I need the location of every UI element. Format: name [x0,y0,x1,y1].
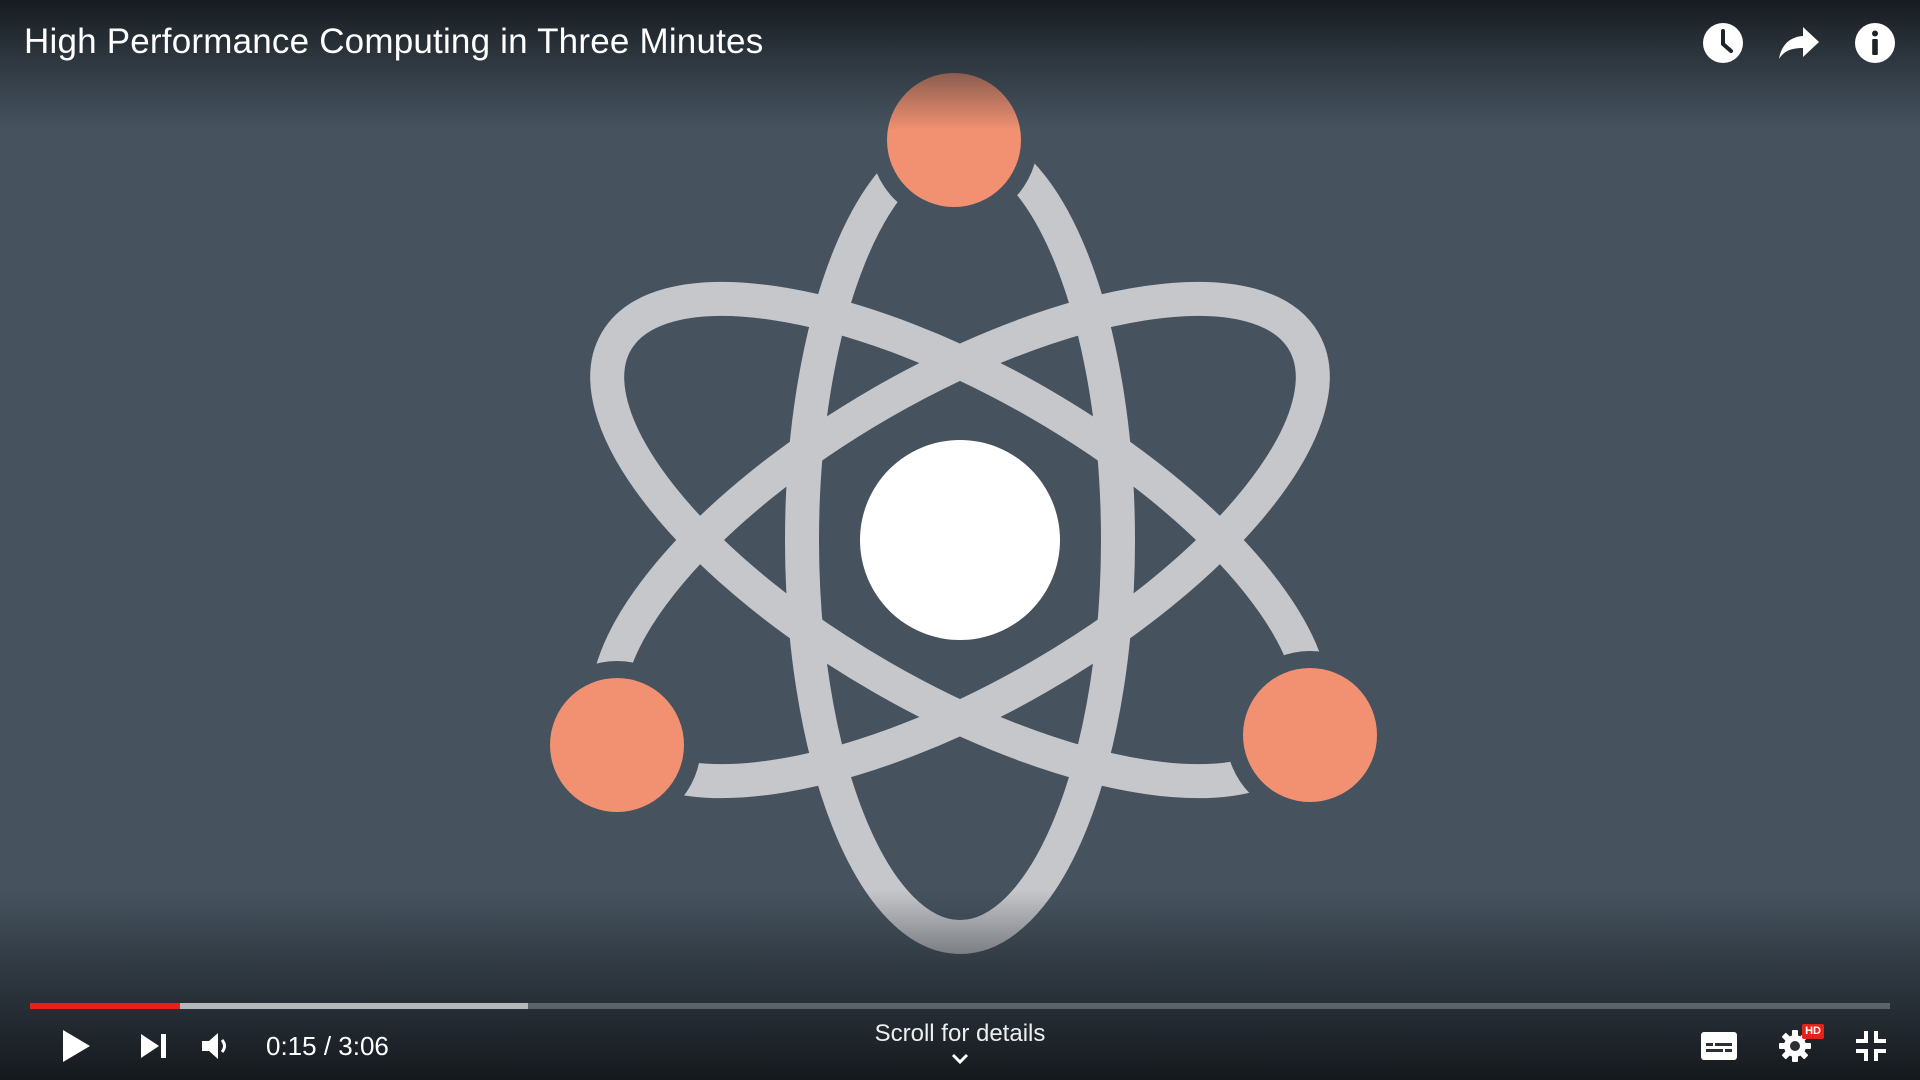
electron-bottom-right [1243,668,1377,802]
next-button[interactable] [134,1022,174,1070]
time-display: 0:15 / 3:06 [266,1030,389,1061]
mute-button[interactable] [196,1022,236,1070]
subtitles-button[interactable] [1696,1022,1742,1070]
subtitles-icon [1701,1032,1737,1060]
watch-later-button[interactable] [1700,20,1746,66]
top-actions [1700,20,1898,66]
chevron-down-icon [951,1053,969,1065]
volume-icon [202,1033,226,1059]
scroll-for-details-label: Scroll for details [874,1020,1046,1047]
top-gradient-overlay [0,0,1920,130]
clock-icon [1703,23,1743,63]
share-button[interactable] [1776,20,1822,66]
info-button[interactable] [1852,20,1898,66]
controls-left: 0:15 / 3:06 [56,1022,389,1070]
info-icon [1855,23,1895,63]
controls-right: HD [1696,1022,1894,1070]
scroll-for-details[interactable]: Scroll for details [810,1020,1110,1071]
hd-badge: HD [1802,1024,1824,1039]
progress-bar[interactable] [30,1003,1890,1009]
share-arrow-icon [1779,27,1819,59]
exit-fullscreen-icon [1856,1031,1886,1061]
play-icon [63,1030,90,1062]
exit-fullscreen-button[interactable] [1848,1022,1894,1070]
play-button[interactable] [56,1022,96,1070]
electron-bottom-left [550,678,684,812]
video-player[interactable]: High Performance Computing in Three Minu… [0,0,1920,1080]
video-title[interactable]: High Performance Computing in Three Minu… [24,22,763,62]
settings-button[interactable]: HD [1772,1022,1824,1070]
nucleus [860,440,1060,640]
skip-next-icon [141,1034,166,1058]
progress-played [30,1003,180,1009]
